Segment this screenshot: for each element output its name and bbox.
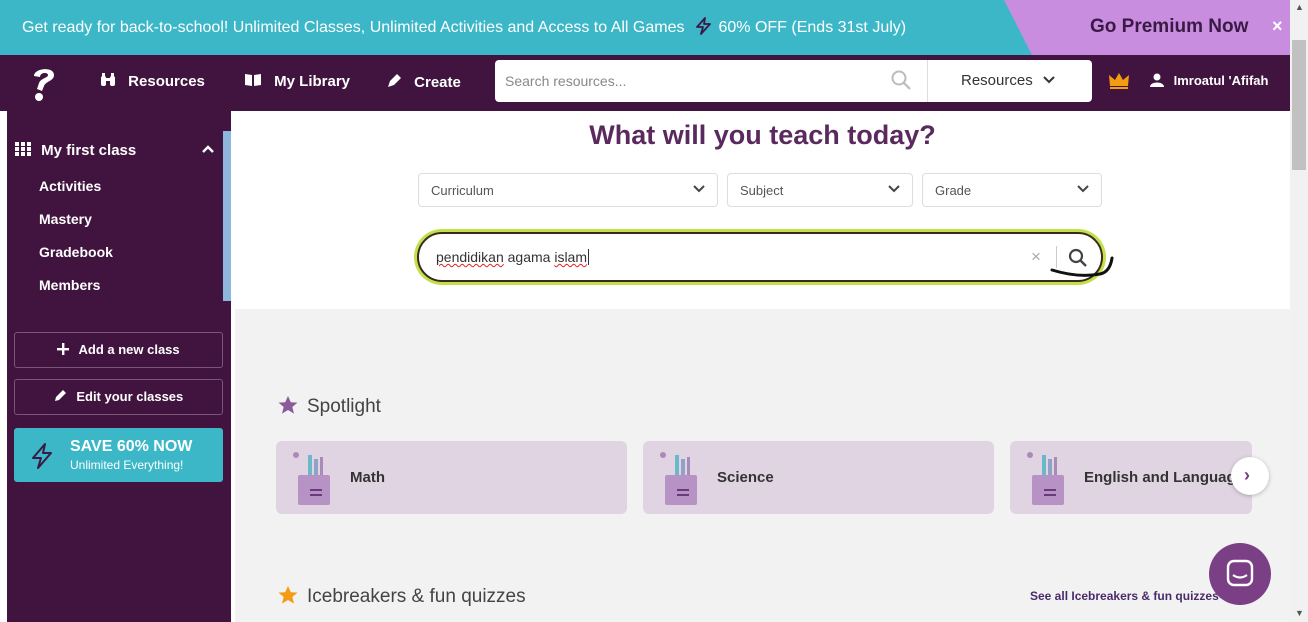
- scroll-down-icon[interactable]: ▼: [1295, 608, 1304, 618]
- star-icon: [278, 396, 298, 414]
- pen-icon: [386, 74, 406, 91]
- scribble-annotation: [1050, 256, 1114, 277]
- spotlight-card-label: English and Language: [1084, 469, 1245, 486]
- class-title-label: My first class: [41, 142, 137, 159]
- spotlight-card-english[interactable]: English and Language: [1010, 441, 1252, 514]
- logo-icon[interactable]: [30, 64, 58, 102]
- save-promo-button[interactable]: SAVE 60% NOW Unlimited Everything!: [14, 428, 223, 482]
- filter-subject-label: Subject: [740, 183, 784, 198]
- crown-icon[interactable]: [1108, 70, 1130, 90]
- save-promo-title: SAVE 60% NOW: [70, 438, 193, 455]
- filter-curriculum-label: Curriculum: [431, 183, 494, 198]
- bolt-icon: [32, 443, 52, 469]
- nav-create-label: Create: [414, 74, 461, 91]
- main-search-input[interactable]: pendidikan agama islam ×: [417, 232, 1103, 282]
- spotlight-card-math[interactable]: Math: [276, 441, 627, 514]
- search-icon[interactable]: [890, 69, 912, 91]
- spotlight-title: Spotlight: [307, 396, 381, 417]
- promo-message: Get ready for back-to-school! Unlimited …: [22, 19, 685, 36]
- chevron-down-icon: [1043, 76, 1055, 84]
- chevron-down-icon: [888, 185, 900, 193]
- pencil-cup-icon: [293, 452, 330, 505]
- edit-classes-label: Edit your classes: [76, 389, 184, 404]
- hero-section: What will you teach today? Curriculum Su…: [235, 111, 1290, 309]
- nav-search-bar: Resources: [495, 60, 1092, 102]
- chevron-down-icon: [693, 185, 705, 193]
- add-class-label: Add a new class: [78, 342, 180, 357]
- carousel-next-button[interactable]: ›: [1231, 457, 1269, 495]
- promo-banner[interactable]: Get ready for back-to-school! Unlimited …: [0, 0, 1290, 55]
- filter-grade[interactable]: Grade: [922, 173, 1102, 207]
- sidebar-item-activities[interactable]: Activities: [39, 178, 101, 194]
- promo-text-wrap: Get ready for back-to-school! Unlimited …: [22, 17, 906, 37]
- search-divider: [927, 60, 928, 102]
- spotlight-card-label: Science: [717, 469, 774, 486]
- see-all-icebreakers-link[interactable]: See all Icebreakers & fun quizzes: [1030, 589, 1219, 603]
- sidebar: My first class Activities Mastery Gradeb…: [7, 111, 231, 622]
- user-icon: [1150, 73, 1174, 88]
- spotlight-card-science[interactable]: Science: [643, 441, 994, 514]
- spotlight-heading: Spotlight: [277, 395, 381, 418]
- sidebar-item-gradebook[interactable]: Gradebook: [39, 244, 113, 260]
- sidebar-item-mastery[interactable]: Mastery: [39, 211, 92, 227]
- nav-resources[interactable]: Resources: [100, 73, 205, 90]
- pencil-cup-icon: [660, 452, 697, 505]
- scroll-up-icon[interactable]: ▲: [1295, 2, 1304, 12]
- search-scope-label: Resources: [961, 72, 1033, 89]
- icebreakers-heading: Icebreakers & fun quizzes: [277, 585, 526, 608]
- save-promo-subtitle: Unlimited Everything!: [70, 458, 184, 472]
- plus-icon: [57, 342, 78, 357]
- go-premium-button[interactable]: Go Premium Now ×: [1004, 0, 1290, 55]
- user-menu[interactable]: Imroatul 'Afifah: [1150, 73, 1268, 88]
- scroll-thumb[interactable]: [1292, 40, 1306, 170]
- clear-search-icon[interactable]: ×: [1031, 247, 1041, 267]
- binoculars-icon: [100, 73, 120, 90]
- nav-resources-label: Resources: [128, 73, 205, 90]
- search-word: islam: [554, 249, 587, 265]
- class-title[interactable]: My first class: [15, 142, 136, 159]
- sidebar-item-members[interactable]: Members: [39, 277, 100, 293]
- chat-button[interactable]: [1209, 543, 1271, 605]
- filter-curriculum[interactable]: Curriculum: [418, 173, 718, 207]
- search-word: pendidikan: [436, 249, 504, 265]
- page-title: What will you teach today?: [589, 120, 936, 150]
- pencil-cup-icon: [1027, 452, 1064, 505]
- add-class-button[interactable]: Add a new class: [14, 332, 223, 368]
- nav-create[interactable]: Create: [386, 73, 461, 91]
- close-icon[interactable]: ×: [1272, 16, 1283, 37]
- sidebar-scrollbar[interactable]: [223, 131, 231, 301]
- pencil-icon: [54, 389, 77, 404]
- chevron-right-icon: ›: [1244, 465, 1250, 485]
- nav-my-library-label: My Library: [274, 73, 351, 90]
- user-name: Imroatul 'Afifah: [1173, 73, 1269, 88]
- chevron-up-icon[interactable]: [202, 141, 214, 157]
- page-scrollbar[interactable]: ▲ ▼: [1290, 0, 1308, 622]
- search-scope-dropdown[interactable]: Resources: [961, 72, 1055, 89]
- nav-search-input[interactable]: [505, 68, 885, 94]
- filter-subject[interactable]: Subject: [727, 173, 913, 207]
- top-nav: Resources My Library Create Resources Im…: [0, 55, 1290, 111]
- grid-icon: [15, 142, 41, 159]
- nav-my-library[interactable]: My Library: [244, 73, 350, 90]
- spotlight-card-label: Math: [350, 469, 385, 486]
- book-icon: [244, 73, 266, 90]
- bolt-icon: [694, 17, 714, 37]
- filter-grade-label: Grade: [935, 183, 972, 198]
- chevron-down-icon: [1077, 185, 1089, 193]
- star-icon: [278, 586, 298, 604]
- chat-icon: [1226, 559, 1254, 587]
- promo-discount: 60% OFF (Ends 31st July): [718, 19, 907, 36]
- edit-classes-button[interactable]: Edit your classes: [14, 379, 223, 415]
- main-content: What will you teach today? Curriculum Su…: [235, 111, 1290, 622]
- main-search-value: pendidikan agama islam: [436, 249, 589, 265]
- search-word: agama: [507, 249, 551, 265]
- icebreakers-title: Icebreakers & fun quizzes: [307, 586, 526, 607]
- go-premium-label: Go Premium Now: [1090, 16, 1249, 37]
